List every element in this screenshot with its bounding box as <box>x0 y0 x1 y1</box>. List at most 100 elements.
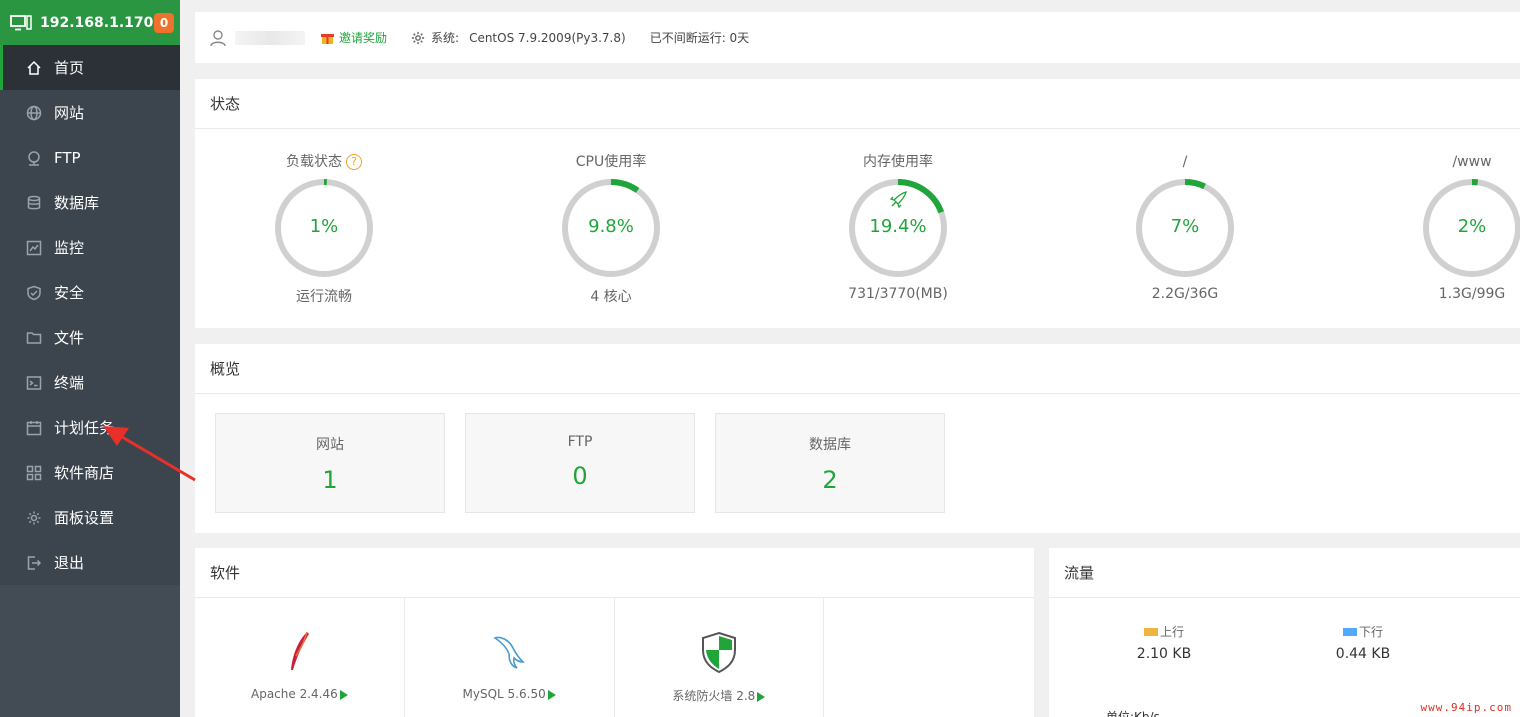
status-gauge[interactable]: /www 2% 1.3G/99G <box>1377 152 1520 302</box>
gauge-subtext: 运行流畅 <box>296 289 352 305</box>
monitor-icon <box>10 14 32 30</box>
sidebar-item-label: 数据库 <box>54 194 100 212</box>
software-firewall[interactable]: 系统防火墙 2.8 <box>615 598 825 717</box>
traffic-title: 流量 <box>1049 548 1520 598</box>
status-gauge[interactable]: 负载状态? 1% 运行流畅 <box>229 152 419 306</box>
gauge-value: 7% <box>1170 216 1200 237</box>
sidebar-item-files[interactable]: 文件 <box>0 315 180 360</box>
monitor-chart-icon <box>26 240 42 256</box>
overview-panel: 概览 网站 1 FTP 0 数据库 2 <box>195 344 1520 533</box>
sidebar-item-settings[interactable]: 面板设置 <box>0 495 180 540</box>
software-empty-slot <box>824 598 1034 717</box>
invite-reward-link[interactable]: 邀请奖励 <box>339 29 387 46</box>
server-ip: 192.168.1.170 <box>40 14 154 31</box>
sidebar-item-monitor[interactable]: 监控 <box>0 225 180 270</box>
gauge-value: 1% <box>309 216 339 237</box>
sidebar-item-logout[interactable]: 退出 <box>0 540 180 585</box>
software-panel: 软件 Apache 2.4.46 MySQL 5.6.50 系统防火墙 2.8 <box>195 548 1034 717</box>
status-title: 状态 <box>195 79 1520 129</box>
folder-icon <box>26 330 42 346</box>
software-name: Apache 2.4.46 <box>251 687 338 701</box>
sidebar-item-ftp[interactable]: FTP <box>0 135 180 180</box>
database-icon <box>26 195 42 211</box>
sidebar-item-label: 面板设置 <box>54 509 115 527</box>
sidebar-item-label: FTP <box>54 148 81 167</box>
rocket-icon[interactable] <box>888 190 908 210</box>
calendar-icon <box>26 420 42 436</box>
status-gauge[interactable]: 内存使用率 19.4% 731/3770(MB) <box>803 152 993 302</box>
watermark: www.94ip.com <box>1420 701 1512 714</box>
status-gauge[interactable]: CPU使用率 9.8% 4 核心 <box>516 152 706 306</box>
sidebar-item-label: 安全 <box>54 284 85 302</box>
grid-icon <box>26 465 42 481</box>
download-legend-swatch <box>1342 627 1357 636</box>
sidebar: 192.168.1.170 0 首页 网站 FTP 数据库 监控 安全 文件 终… <box>0 0 180 717</box>
sidebar-item-home[interactable]: 首页 <box>0 45 180 90</box>
gauge-title: 负载状态 <box>286 154 342 170</box>
sidebar-item-label: 监控 <box>54 239 85 257</box>
overview-count: 0 <box>572 462 588 490</box>
overview-count: 2 <box>822 466 838 494</box>
username-blurred <box>235 30 305 45</box>
annotation-arrow-icon <box>103 426 196 482</box>
software-mysql[interactable]: MySQL 5.6.50 <box>405 598 615 717</box>
play-icon[interactable] <box>339 689 348 700</box>
system-label: 系统: <box>431 31 460 45</box>
overview-label: FTP <box>567 434 593 450</box>
play-icon[interactable] <box>547 689 556 700</box>
overview-label: 网站 <box>316 437 344 453</box>
traffic-upload: 上行 2.10 KB <box>1109 623 1219 662</box>
traffic-download: 下行 0.44 KB <box>1308 623 1418 662</box>
gauge-title: CPU使用率 <box>575 154 647 170</box>
gauge-title: / <box>1182 154 1188 170</box>
home-icon <box>26 60 42 76</box>
status-panel: 状态 负载状态? 1% 运行流畅 CPU使用率 9.8% 4 核心 内存使用率 19.4% 73… <box>195 79 1520 328</box>
sidebar-item-label: 网站 <box>54 104 85 122</box>
user-icon <box>210 29 226 46</box>
gauge-subtext: 731/3770(MB) <box>848 286 948 302</box>
shield-icon <box>26 285 42 301</box>
gear-icon <box>26 510 42 526</box>
gauge-value: 19.4% <box>869 216 927 237</box>
download-value: 0.44 KB <box>1335 646 1391 662</box>
overview-count: 1 <box>322 466 338 494</box>
sidebar-menu: 首页 网站 FTP 数据库 监控 安全 文件 终端 计划任务 软件商店 面板设置… <box>0 45 180 585</box>
sidebar-item-security[interactable]: 安全 <box>0 270 180 315</box>
overview-label: 数据库 <box>809 437 851 453</box>
uptime-text: 已不间断运行: 0天 <box>649 31 750 45</box>
sidebar-item-label: 文件 <box>54 329 85 347</box>
upload-value: 2.10 KB <box>1136 646 1192 662</box>
globe-icon <box>26 105 42 121</box>
system-value: CentOS 7.9.2009(Py3.7.8) <box>469 30 626 45</box>
upload-legend-swatch <box>1143 627 1158 636</box>
software-name: 系统防火墙 2.8 <box>672 689 756 703</box>
gauge-title: /www <box>1452 154 1492 170</box>
upload-label: 上行 <box>1159 625 1184 639</box>
sidebar-item-terminal[interactable]: 终端 <box>0 360 180 405</box>
sidebar-footer <box>0 585 180 717</box>
gift-icon <box>321 33 334 44</box>
overview-database-box[interactable]: 数据库 2 <box>715 413 945 513</box>
help-icon[interactable]: ? <box>346 154 362 170</box>
software-title: 软件 <box>195 548 1034 598</box>
top-info-bar: 邀请奖励 系统: CentOS 7.9.2009(Py3.7.8) 已不间断运行… <box>195 12 1520 63</box>
status-gauge[interactable]: / 7% 2.2G/36G <box>1090 152 1280 302</box>
overview-ftp-box[interactable]: FTP 0 <box>465 413 695 513</box>
firewall-shield-icon <box>701 631 736 674</box>
gauge-subtext: 1.3G/99G <box>1438 286 1506 302</box>
gauge-subtext: 4 核心 <box>590 289 632 305</box>
sidebar-item-label: 首页 <box>54 59 85 77</box>
sidebar-item-label: 退出 <box>54 554 85 572</box>
overview-website-box[interactable]: 网站 1 <box>215 413 445 513</box>
notification-badge[interactable]: 0 <box>154 12 174 33</box>
apache-feather-icon <box>291 631 310 670</box>
software-apache[interactable]: Apache 2.4.46 <box>195 598 405 717</box>
sidebar-item-website[interactable]: 网站 <box>0 90 180 135</box>
software-grid: Apache 2.4.46 MySQL 5.6.50 系统防火墙 2.8 <box>195 598 1034 717</box>
sidebar-item-database[interactable]: 数据库 <box>0 180 180 225</box>
overview-title: 概览 <box>195 344 1520 394</box>
gear-icon <box>411 31 425 44</box>
play-icon[interactable] <box>757 691 766 702</box>
gauge-value: 2% <box>1457 216 1487 237</box>
gauge-title: 内存使用率 <box>863 154 933 170</box>
